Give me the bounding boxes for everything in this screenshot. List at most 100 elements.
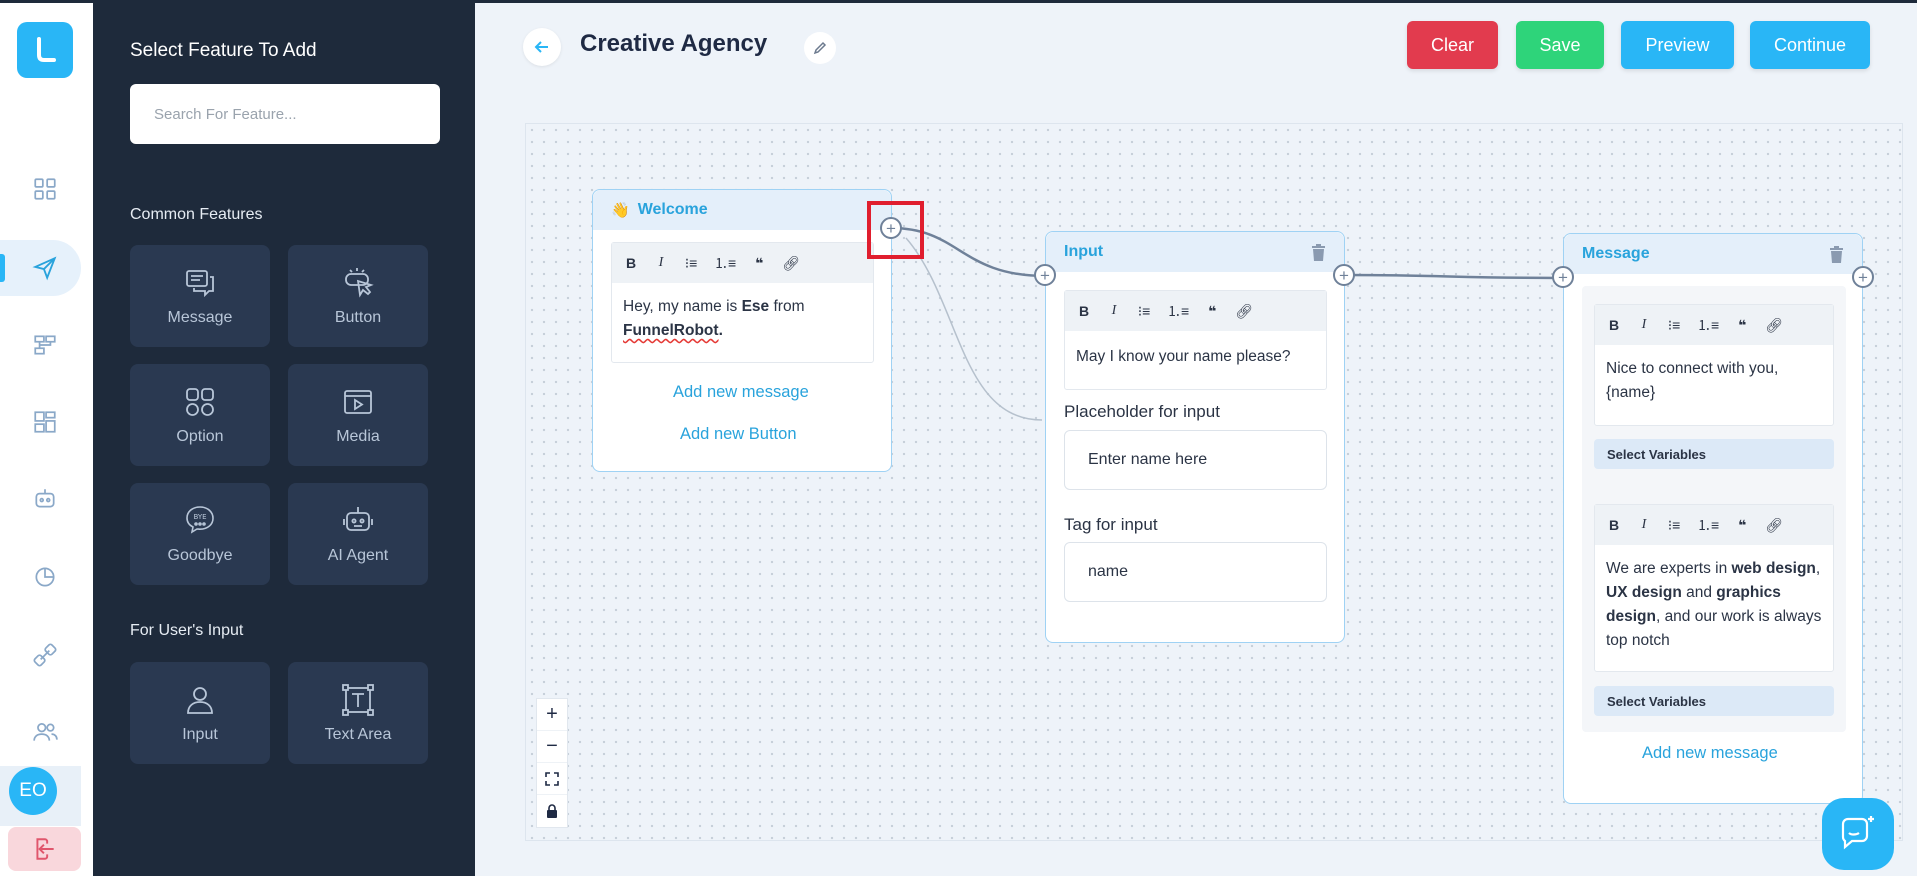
tag-input-field[interactable]: name (1064, 542, 1327, 602)
bullet-list-icon[interactable]: ⁝≡ (684, 255, 698, 272)
integrations-icon[interactable] (22, 632, 68, 678)
italic-icon[interactable]: I (1107, 303, 1121, 319)
lock-icon[interactable] (537, 795, 567, 827)
feature-search-input[interactable] (130, 84, 440, 144)
placeholder-input-field[interactable]: Enter name here (1064, 430, 1327, 490)
bold-icon[interactable]: B (1607, 517, 1621, 533)
feature-label: AI Agent (327, 547, 389, 564)
feature-button[interactable]: Button (288, 245, 428, 347)
feature-panel: Select Feature To Add Common Features Me… (93, 0, 475, 876)
feature-label: Goodbye (167, 547, 233, 564)
link-icon[interactable]: 🔗︎ (1235, 303, 1253, 320)
feature-goodbye[interactable]: BYE Goodbye (130, 483, 270, 585)
feature-option[interactable]: Option (130, 364, 270, 466)
feature-label: Media (336, 428, 380, 445)
link-icon[interactable]: 🔗︎ (1765, 517, 1783, 534)
message-icon (186, 270, 214, 298)
message-node-output-port[interactable]: + (1852, 266, 1874, 288)
feature-text-area[interactable]: Text Area (288, 662, 428, 764)
analytics-pie-icon[interactable] (22, 554, 68, 600)
panel-scroll-mask (93, 780, 475, 876)
text-segment: We are experts in (1606, 560, 1732, 577)
quote-icon[interactable]: ❝ (752, 255, 766, 272)
trash-icon[interactable] (1311, 244, 1326, 261)
text-bold-segment: Ese (741, 298, 770, 315)
quote-icon[interactable]: ❝ (1205, 303, 1219, 320)
message-node[interactable]: Message B I ⁝≡ ⒈≡ ❝ 🔗︎ Nice to connect w… (1563, 233, 1863, 804)
message-node-header[interactable]: Message (1564, 234, 1862, 274)
bullet-list-icon[interactable]: ⁝≡ (1667, 317, 1681, 334)
chat-support-button[interactable] (1822, 798, 1894, 870)
pencil-icon (813, 41, 827, 55)
save-button[interactable]: Save (1516, 21, 1604, 69)
fit-view-icon[interactable] (537, 763, 567, 795)
welcome-message-text[interactable]: Hey, my name is Ese from FunnelRobot. (612, 283, 873, 355)
zoom-in-icon[interactable]: + (537, 699, 567, 731)
add-new-message-link[interactable]: Add new message (673, 383, 809, 402)
link-icon[interactable]: 🔗︎ (1765, 317, 1783, 334)
logout-button[interactable] (8, 827, 81, 871)
quote-icon[interactable]: ❝ (1735, 517, 1749, 534)
welcome-node-header[interactable]: 👋 Welcome (593, 190, 891, 230)
text-brand-segment: FunnelRobot (623, 322, 719, 339)
templates-icon[interactable] (22, 399, 68, 445)
welcome-message-editor[interactable]: B I ⁝≡ ⒈≡ ❝ 🔗︎ Hey, my name is Ese from … (611, 242, 874, 363)
add-new-button-link[interactable]: Add new Button (680, 425, 797, 444)
zoom-out-icon[interactable]: − (537, 731, 567, 763)
add-new-message-link[interactable]: Add new message (1642, 744, 1778, 763)
feature-message[interactable]: Message (130, 245, 270, 347)
bold-icon[interactable]: B (1607, 317, 1621, 333)
back-button[interactable] (523, 28, 561, 66)
feature-media[interactable]: Media (288, 364, 428, 466)
text-segment: . (718, 322, 723, 339)
bullet-list-icon[interactable]: ⁝≡ (1667, 517, 1681, 534)
media-icon (344, 390, 372, 414)
input-node-header[interactable]: Input (1046, 232, 1344, 272)
avatar[interactable]: EO (9, 767, 57, 815)
message-node-input-port[interactable]: + (1552, 266, 1574, 288)
input-node[interactable]: Input B I ⁝≡ ⒈≡ ❝ 🔗︎ May I know your nam… (1045, 231, 1345, 643)
send-icon[interactable] (22, 245, 68, 291)
text-area-icon (342, 684, 374, 716)
input-node-output-port[interactable]: + (1333, 264, 1355, 286)
continue-button[interactable]: Continue (1750, 21, 1870, 69)
input-node-title: Input (1064, 243, 1104, 260)
trash-icon[interactable] (1829, 246, 1844, 263)
numbered-list-icon[interactable]: ⒈≡ (1697, 515, 1719, 535)
top-border (0, 0, 1917, 3)
bullet-list-icon[interactable]: ⁝≡ (1137, 303, 1151, 320)
italic-icon[interactable]: I (1637, 317, 1651, 333)
bold-icon[interactable]: B (624, 255, 638, 271)
select-variables-button[interactable]: Select Variables (1594, 686, 1834, 716)
users-icon[interactable] (22, 709, 68, 755)
italic-icon[interactable]: I (654, 255, 668, 271)
feature-input[interactable]: Input (130, 662, 270, 764)
select-variables-button[interactable]: Select Variables (1594, 439, 1834, 469)
link-icon[interactable]: 🔗︎ (782, 255, 800, 272)
bot-icon[interactable] (22, 476, 68, 522)
numbered-list-icon[interactable]: ⒈≡ (1167, 301, 1189, 321)
dashboard-icon[interactable] (22, 166, 68, 212)
preview-button[interactable]: Preview (1621, 21, 1734, 69)
text-segment: and (1681, 584, 1717, 601)
numbered-list-icon[interactable]: ⒈≡ (714, 253, 736, 273)
message-1-text[interactable]: Nice to connect with you, {name} (1595, 345, 1833, 417)
message-2-editor[interactable]: B I ⁝≡ ⒈≡ ❝ 🔗︎ We are experts in web des… (1594, 504, 1834, 672)
numbered-list-icon[interactable]: ⒈≡ (1697, 315, 1719, 335)
feature-ai-agent[interactable]: AI Agent (288, 483, 428, 585)
message-1-editor[interactable]: B I ⁝≡ ⒈≡ ❝ 🔗︎ Nice to connect with you,… (1594, 304, 1834, 426)
welcome-node[interactable]: 👋 Welcome B I ⁝≡ ⒈≡ ❝ 🔗︎ Hey, my name is… (592, 189, 892, 472)
app-logo[interactable] (17, 22, 73, 78)
quote-icon[interactable]: ❝ (1735, 317, 1749, 334)
message-2-text[interactable]: We are experts in web design, UX design … (1595, 545, 1833, 665)
text-bold-segment: web design (1731, 560, 1816, 577)
italic-icon[interactable]: I (1637, 517, 1651, 533)
input-question-text[interactable]: May I know your name please? (1065, 331, 1326, 381)
edit-title-button[interactable] (804, 32, 836, 64)
flow-builder-icon[interactable] (22, 322, 68, 368)
input-question-editor[interactable]: B I ⁝≡ ⒈≡ ❝ 🔗︎ May I know your name plea… (1064, 290, 1327, 390)
input-node-input-port[interactable]: + (1034, 264, 1056, 286)
logo-icon (37, 37, 56, 62)
clear-button[interactable]: Clear (1407, 21, 1498, 69)
bold-icon[interactable]: B (1077, 303, 1091, 319)
